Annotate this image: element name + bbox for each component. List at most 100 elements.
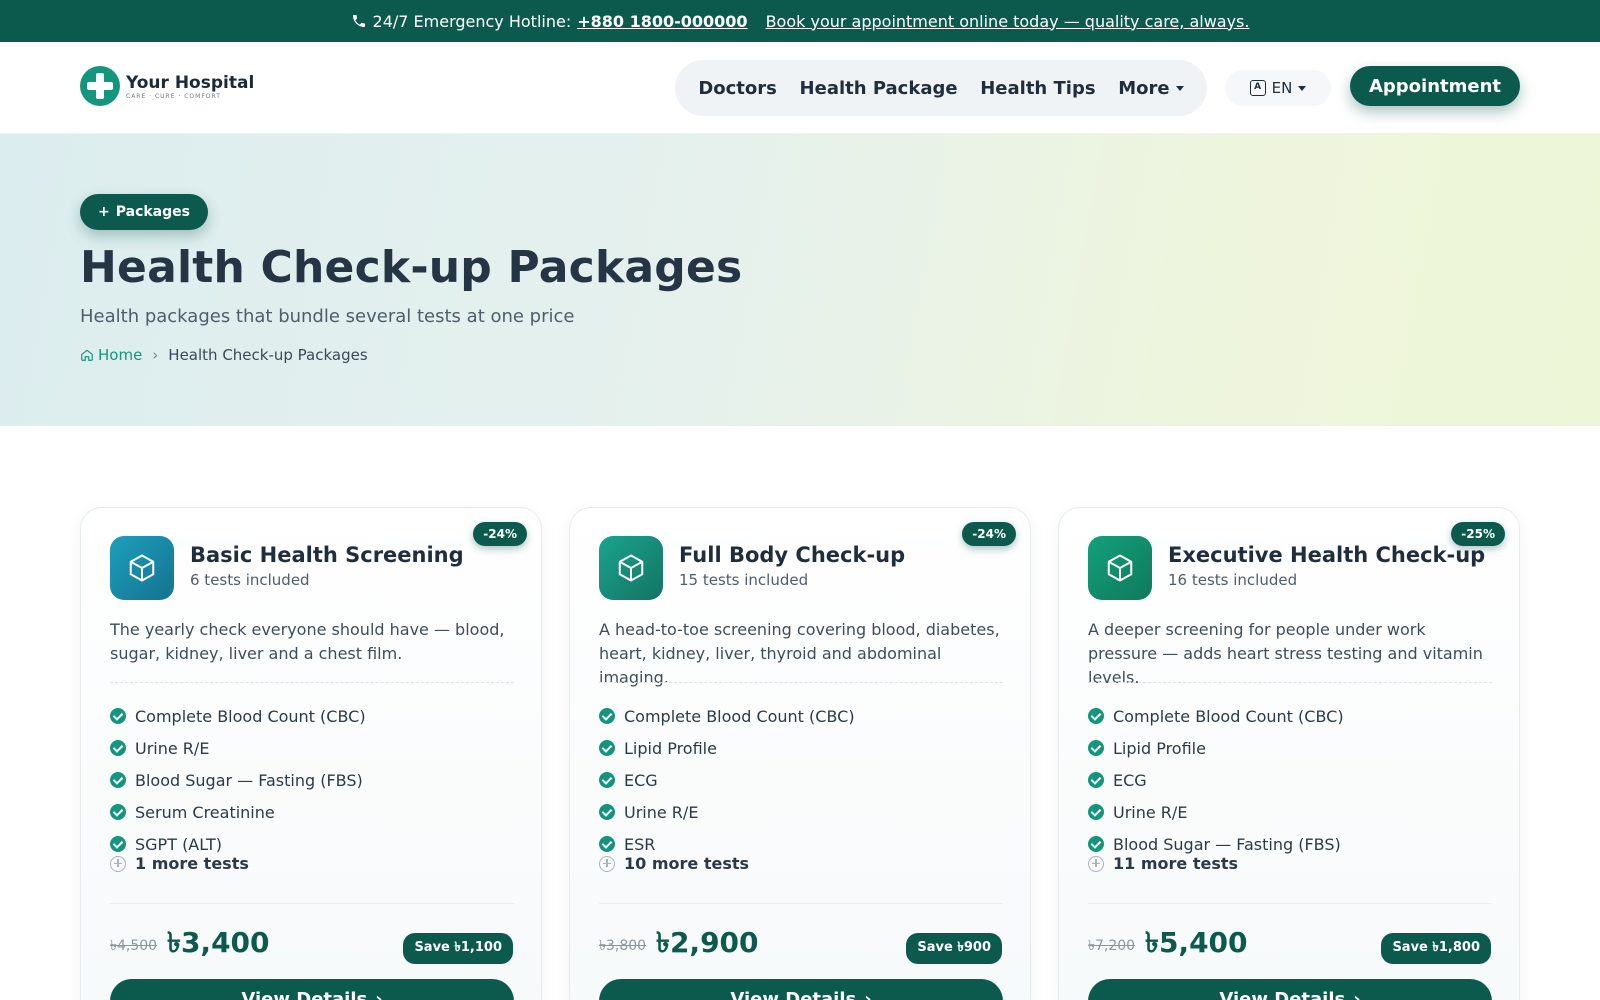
breadcrumb-home-link[interactable]: Home [80, 346, 142, 364]
view-details-button[interactable]: View Details › [110, 979, 514, 1000]
breadcrumb: Home › Health Check-up Packages [80, 346, 368, 364]
test-list: Complete Blood Count (CBC) Lipid Profile… [1088, 700, 1344, 860]
packages-pill: + Packages [80, 194, 208, 230]
check-circle-icon [110, 740, 126, 756]
translate-icon: A [1249, 80, 1266, 96]
package-card: -24% Basic Health Screening 6 tests incl… [80, 507, 542, 1000]
language-selector[interactable]: A EN [1225, 70, 1331, 106]
package-title: Basic Health Screening [190, 543, 464, 567]
chevron-right-icon: › [152, 346, 159, 364]
check-circle-icon [110, 708, 126, 724]
list-item: Blood Sugar — Fasting (FBS) [110, 764, 366, 796]
arrow-right-icon: › [1353, 989, 1361, 1000]
test-name: Lipid Profile [1113, 738, 1206, 758]
list-item: Serum Creatinine [110, 796, 366, 828]
main-nav: Doctors Health Package Health Tips More [675, 60, 1207, 116]
test-name: Blood Sugar — Fasting (FBS) [135, 770, 363, 790]
language-value: EN [1271, 79, 1293, 97]
package-box-icon [599, 536, 663, 600]
list-item: Complete Blood Count (CBC) [1088, 700, 1344, 732]
nav-more-dropdown[interactable]: More [1118, 78, 1184, 99]
view-details-label: View Details [1219, 989, 1346, 1000]
test-list: Complete Blood Count (CBC) Lipid Profile… [599, 700, 855, 860]
test-name: SGPT (ALT) [135, 834, 222, 854]
check-circle-icon [599, 836, 615, 852]
discount-badge: -24% [962, 522, 1016, 546]
view-details-button[interactable]: View Details › [599, 979, 1003, 1000]
appointment-button[interactable]: Appointment [1350, 66, 1520, 106]
packages-pill-label: Packages [115, 204, 190, 220]
more-tests[interactable]: 11 more tests [1088, 854, 1238, 873]
page-subtitle: Health packages that bundle several test… [80, 306, 575, 327]
check-circle-icon [599, 804, 615, 820]
savings-badge: Save ৳1,800 [1381, 933, 1491, 964]
nav-health-tips[interactable]: Health Tips [980, 78, 1095, 99]
test-name: Complete Blood Count (CBC) [135, 706, 366, 726]
savings-badge: Save ৳900 [906, 933, 1002, 964]
page-title: Health Check-up Packages [80, 242, 743, 293]
phone-icon [352, 15, 365, 27]
plus-icon: + [98, 204, 110, 220]
package-title: Executive Health Check-up [1168, 543, 1486, 567]
package-description: A deeper screening for people under work… [1088, 620, 1483, 687]
breadcrumb-current: Health Check-up Packages [168, 346, 368, 364]
check-circle-icon [599, 740, 615, 756]
discount-badge: -24% [473, 522, 527, 546]
package-box-icon [1088, 536, 1152, 600]
plus-circle-icon [1088, 855, 1104, 872]
check-circle-icon [1088, 836, 1104, 852]
divider [599, 903, 1003, 904]
savings-badge: Save ৳1,100 [403, 933, 513, 964]
original-price: ৳4,500 [110, 938, 158, 954]
check-circle-icon [110, 804, 126, 820]
list-item: ECG [599, 764, 855, 796]
list-item: Complete Blood Count (CBC) [110, 700, 366, 732]
breadcrumb-home-label: Home [98, 346, 143, 364]
package-test-count: 15 tests included [679, 571, 809, 589]
arrow-right-icon: › [375, 989, 383, 1000]
test-name: Complete Blood Count (CBC) [1113, 706, 1344, 726]
view-details-label: View Details [241, 989, 368, 1000]
package-test-count: 16 tests included [1168, 571, 1298, 589]
nav-health-package[interactable]: Health Package [800, 78, 958, 99]
divider [110, 903, 514, 904]
original-price: ৳7,200 [1088, 938, 1136, 954]
package-test-count: 6 tests included [190, 571, 310, 589]
view-details-label: View Details [730, 989, 857, 1000]
test-name: Serum Creatinine [135, 802, 275, 822]
logo-name: Your Hospital [126, 72, 255, 93]
top-announcement-bar: 24/7 Emergency Hotline: +880 1800-000000… [0, 0, 1600, 42]
check-circle-icon [1088, 740, 1104, 756]
divider [599, 682, 1003, 683]
plus-circle-icon [110, 855, 126, 872]
list-item: Lipid Profile [599, 732, 855, 764]
hotline-number-link[interactable]: +880 1800-000000 [577, 12, 747, 31]
caret-down-icon [1298, 85, 1307, 91]
test-name: ESR [624, 834, 656, 854]
hospital-logo[interactable]: Your Hospital CARE · CURE · COMFORT [80, 66, 254, 106]
list-item: Urine R/E [110, 732, 366, 764]
more-tests-label: 10 more tests [624, 854, 750, 873]
check-circle-icon [1088, 772, 1104, 788]
divider [1088, 903, 1492, 904]
nav-doctors[interactable]: Doctors [698, 78, 777, 99]
home-icon [81, 349, 93, 361]
medical-cross-icon [80, 66, 120, 106]
page-hero: + Packages Health Check-up Packages Heal… [0, 134, 1600, 426]
test-name: Urine R/E [624, 802, 699, 822]
list-item: Urine R/E [1088, 796, 1344, 828]
plus-circle-icon [599, 855, 615, 872]
view-details-button[interactable]: View Details › [1088, 979, 1492, 1000]
test-list: Complete Blood Count (CBC) Urine R/E Blo… [110, 700, 366, 860]
package-price: ৳5,400 [1145, 926, 1248, 959]
book-appointment-link[interactable]: Book your appointment online today — qua… [766, 12, 1250, 31]
hotline-label: 24/7 Emergency Hotline: [372, 11, 572, 31]
list-item: ECG [1088, 764, 1344, 796]
check-circle-icon [110, 836, 126, 852]
test-name: Urine R/E [135, 738, 210, 758]
more-tests[interactable]: 1 more tests [110, 854, 249, 873]
more-tests-label: 1 more tests [135, 854, 249, 873]
more-tests[interactable]: 10 more tests [599, 854, 749, 873]
hotline: 24/7 Emergency Hotline: +880 1800-000000 [351, 12, 748, 31]
package-price: ৳3,400 [167, 926, 270, 959]
